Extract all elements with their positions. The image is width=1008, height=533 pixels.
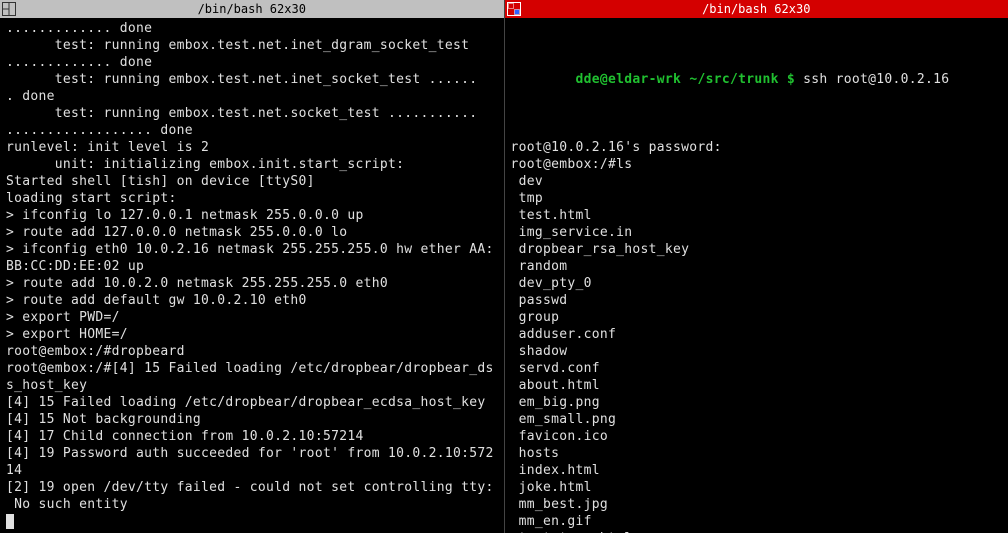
ssh-command: ssh root@10.0.2.16 [803,72,949,87]
terminal-line: dropbear_rsa_host_key [511,241,1005,258]
split-pane-icon [2,2,16,16]
terminal-line: index.html [511,462,1005,479]
terminal-line: > export HOME=/ [6,326,500,343]
prompt-symbol: $ [787,72,795,87]
right-titlebar-text: /bin/bash 62x30 [525,2,1007,16]
terminal-line: test: running embox.test.net.inet_socket… [6,71,500,88]
terminal-line: adduser.conf [511,326,1005,343]
terminal-line: dev [511,173,1005,190]
terminal-line: > route add 10.0.2.0 netmask 255.255.255… [6,275,500,292]
terminal-line: about.html [511,377,1005,394]
terminal-line: ............. done [6,54,500,71]
terminal-line: . done [6,88,500,105]
terminal-line: Started shell [tish] on device [ttyS0] [6,173,500,190]
terminal-line: .................. done [6,122,500,139]
terminal-line: > ifconfig lo 127.0.0.1 netmask 255.0.0.… [6,207,500,224]
terminal-line: tmp [511,190,1005,207]
terminal-line: group [511,309,1005,326]
terminal-line: em_big.png [511,394,1005,411]
left-terminal-body[interactable]: ............. done test: running embox.t… [0,18,504,533]
terminal-line: em_small.png [511,411,1005,428]
terminal-line: [4] 15 Failed loading /etc/dropbear/drop… [6,394,500,411]
terminal-line: BB:CC:DD:EE:02 up [6,258,500,275]
terminal-line: 14 [6,462,500,479]
terminal-line: root@embox:/#ls [511,156,1005,173]
ssh-prompt-line: dde@eldar-wrk ~/src/trunk $ ssh root@10.… [511,54,1005,105]
terminal-line: > export PWD=/ [6,309,500,326]
terminal-line: random [511,258,1005,275]
right-terminal-pane: /bin/bash 62x30 dde@eldar-wrk ~/src/trun… [505,0,1008,533]
terminal-line: favicon.ico [511,428,1005,445]
terminal-line: ............. done [6,20,500,37]
terminal-line: test: running embox.test.net.socket_test… [6,105,500,122]
terminal-line: test: running embox.test.net.inet_dgram_… [6,37,500,54]
terminal-line: > route add 127.0.0.0 netmask 255.0.0.0 … [6,224,500,241]
terminal-line: [4] 15 Not backgrounding [6,411,500,428]
terminal-line: img_service.in [511,224,1005,241]
left-terminal-pane: /bin/bash 62x30 ............. done test:… [0,0,505,533]
terminal-line: test.html [511,207,1005,224]
prompt-path: ~/src/trunk [689,72,778,87]
left-titlebar-text: /bin/bash 62x30 [20,2,502,16]
terminal-line: runlevel: init level is 2 [6,139,500,156]
terminal-line: > route add default gw 10.0.2.10 eth0 [6,292,500,309]
left-titlebar[interactable]: /bin/bash 62x30 [0,0,504,18]
cursor-line[interactable] [6,513,500,530]
right-terminal-body[interactable]: dde@eldar-wrk ~/src/trunk $ ssh root@10.… [505,18,1008,533]
terminal-line: [4] 17 Child connection from 10.0.2.10:5… [6,428,500,445]
split-terminal-container: /bin/bash 62x30 ............. done test:… [0,0,1008,533]
terminal-line: servd.conf [511,360,1005,377]
terminal-line: unit: initializing embox.init.start_scri… [6,156,500,173]
prompt-user-host: dde@eldar-wrk [576,72,682,87]
terminal-line: joke.html [511,479,1005,496]
right-titlebar[interactable]: /bin/bash 62x30 [505,0,1008,18]
terminal-cursor [6,514,14,529]
terminal-line: hosts [511,445,1005,462]
terminal-line: shadow [511,343,1005,360]
terminal-line: s_host_key [6,377,500,394]
terminal-line: passwd [511,292,1005,309]
terminal-icon [507,2,521,16]
terminal-line: [4] 19 Password auth succeeded for 'root… [6,445,500,462]
terminal-line: mm_en.gif [511,513,1005,530]
terminal-line: > ifconfig eth0 10.0.2.16 netmask 255.25… [6,241,500,258]
terminal-line: loading start script: [6,190,500,207]
terminal-line: [2] 19 open /dev/tty failed - could not … [6,479,500,496]
terminal-line: dev_pty_0 [511,275,1005,292]
terminal-line: root@10.0.2.16's password: [511,139,1005,156]
terminal-line: root@embox:/#dropbeard [6,343,500,360]
terminal-line: mm_best.jpg [511,496,1005,513]
terminal-line: No such entity [6,496,500,513]
terminal-line: root@embox:/#[4] 15 Failed loading /etc/… [6,360,500,377]
